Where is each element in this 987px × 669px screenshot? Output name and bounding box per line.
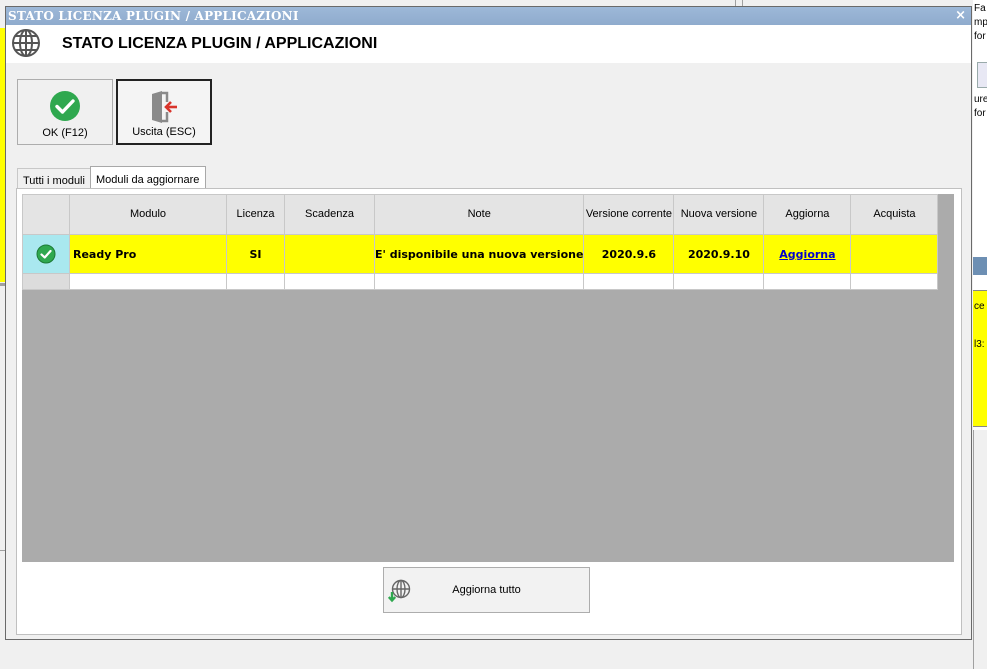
- column-header[interactable]: Licenza: [226, 194, 285, 235]
- empty-cell: [69, 273, 227, 290]
- cell-licenza: SI: [226, 234, 285, 274]
- window-title: STATO LICENZA PLUGIN / APPLICAZIONI: [8, 9, 299, 23]
- empty-cell: [850, 273, 939, 290]
- tab-label: Moduli da aggiornare: [96, 174, 200, 186]
- exit-door-icon: [152, 91, 177, 123]
- background-panel: [973, 430, 987, 669]
- background-text: for: [974, 31, 986, 42]
- column-header[interactable]: Modulo: [69, 194, 227, 235]
- cell-nuova-versione: 2020.9.10: [673, 234, 765, 274]
- cell-scadenza: [284, 234, 375, 274]
- cell-versione-corrente: 2020.9.6: [583, 234, 675, 274]
- modules-table: Modulo Licenza Scadenza Note Versione co…: [22, 194, 939, 290]
- cell-acquista: [850, 234, 939, 274]
- cell-note: E' disponibile una nuova versione: [373, 234, 585, 274]
- background-text: ce: [974, 301, 985, 312]
- empty-cell: [763, 273, 852, 290]
- column-header[interactable]: Note: [373, 194, 585, 235]
- background-text: mp: [974, 17, 987, 28]
- ok-button-label: OK (F12): [42, 127, 88, 139]
- aggiorna-link[interactable]: Aggiorna: [779, 248, 835, 261]
- column-header[interactable]: Nuova versione: [673, 194, 765, 235]
- background-text: Fa: [974, 3, 986, 14]
- document-icon: [977, 62, 987, 88]
- update-all-label: Aggiorna tutto: [452, 584, 521, 596]
- column-header[interactable]: Versione corrente: [583, 194, 675, 235]
- ok-button[interactable]: OK (F12): [17, 79, 113, 145]
- table-row[interactable]: Ready Pro SI E' disponibile una nuova ve…: [22, 234, 939, 274]
- column-header[interactable]: Acquista: [850, 194, 939, 235]
- row-selector[interactable]: [22, 273, 70, 290]
- empty-cell: [583, 273, 675, 290]
- row-selector[interactable]: [22, 234, 70, 274]
- empty-cell: [373, 273, 585, 290]
- background-text: ure: [974, 94, 987, 105]
- background-text: for: [974, 108, 986, 119]
- check-circle-icon: [36, 244, 56, 264]
- close-button[interactable]: ×: [955, 8, 966, 23]
- empty-cell: [673, 273, 765, 290]
- license-status-dialog: STATO LICENZA PLUGIN / APPLICAZIONI × ST…: [5, 6, 972, 640]
- tab-modules-to-update[interactable]: Moduli da aggiornare: [90, 166, 206, 190]
- background-app-right: Fa mp for ure for ce l3:: [973, 0, 987, 669]
- background-yellow-panel: ce l3:: [973, 290, 987, 427]
- title-bar[interactable]: STATO LICENZA PLUGIN / APPLICAZIONI ×: [6, 7, 971, 25]
- tab-all-modules[interactable]: Tutti i moduli: [17, 168, 91, 190]
- background-bar: [973, 257, 987, 275]
- check-circle-icon: [50, 91, 80, 121]
- exit-button[interactable]: Uscita (ESC): [116, 79, 212, 145]
- cell-aggiorna: Aggiorna: [763, 234, 852, 274]
- column-header[interactable]: Scadenza: [284, 194, 375, 235]
- dialog-header: STATO LICENZA PLUGIN / APPLICAZIONI: [6, 25, 971, 63]
- tab-label: Tutti i moduli: [23, 175, 85, 187]
- column-header[interactable]: Aggiorna: [763, 194, 852, 235]
- empty-cell: [284, 273, 375, 290]
- table-new-row[interactable]: [22, 273, 939, 290]
- update-all-button[interactable]: Aggiorna tutto: [383, 567, 590, 613]
- exit-button-label: Uscita (ESC): [132, 126, 196, 138]
- row-selector-header: [22, 194, 70, 235]
- empty-cell: [226, 273, 285, 290]
- globe-icon: [12, 29, 40, 57]
- cell-modulo: Ready Pro: [69, 234, 227, 274]
- modules-grid: Modulo Licenza Scadenza Note Versione co…: [22, 194, 954, 562]
- page-title: STATO LICENZA PLUGIN / APPLICAZIONI: [62, 35, 378, 52]
- table-header-row: Modulo Licenza Scadenza Note Versione co…: [22, 194, 939, 235]
- background-text: l3:: [974, 339, 985, 350]
